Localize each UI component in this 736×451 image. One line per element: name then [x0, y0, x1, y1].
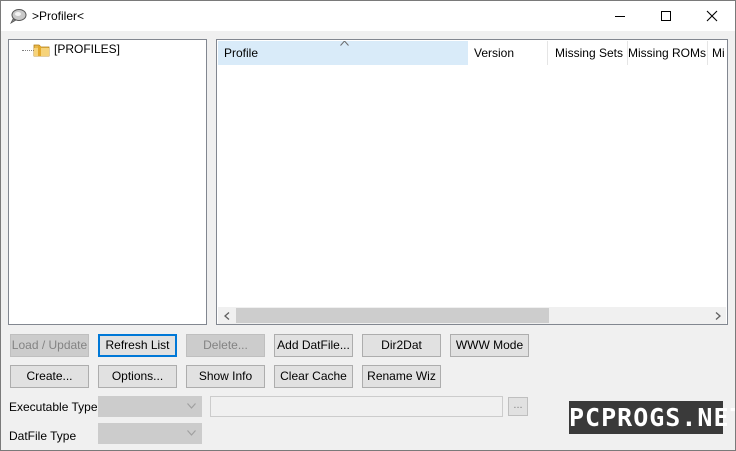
add-datfile-button[interactable]: Add DatFile... [274, 334, 353, 357]
rename-wiz-button[interactable]: Rename Wiz [362, 365, 441, 388]
column-header-version[interactable]: Version [468, 41, 548, 65]
executable-type-label: Executable Type [9, 400, 98, 414]
column-header-mi[interactable]: Mi [708, 41, 727, 65]
column-header-missing-roms[interactable]: Missing ROMs [628, 41, 708, 65]
column-header-version-label: Version [474, 46, 515, 60]
column-header-missing-roms-label: Missing ROMs [628, 46, 707, 60]
browse-button[interactable]: ... [508, 397, 528, 416]
minimize-icon [615, 16, 625, 17]
www-mode-button[interactable]: WWW Mode [450, 334, 529, 357]
title-bar: >Profiler< [1, 1, 735, 31]
app-icon [9, 8, 27, 25]
chevron-down-icon [187, 403, 196, 409]
chevron-left-icon [223, 311, 229, 320]
show-info-button[interactable]: Show Info [186, 365, 265, 388]
delete-button[interactable]: Delete... [186, 334, 265, 357]
column-header-missing-sets-label: Missing Sets [554, 46, 623, 60]
refresh-list-button[interactable]: Refresh List [98, 334, 177, 357]
minimize-button[interactable] [597, 1, 643, 31]
column-header-mi-label: Mi [712, 46, 725, 60]
profile-list[interactable]: Profile Version Missing Sets Missing ROM… [216, 39, 728, 325]
tree-root-profiles[interactable]: [PROFILES] [54, 42, 120, 56]
executable-type-select[interactable] [98, 396, 202, 417]
column-header-profile-label: Profile [224, 46, 259, 60]
create-button[interactable]: Create... [10, 365, 89, 388]
chevron-down-icon [187, 430, 196, 436]
sort-ascending-icon [340, 41, 349, 46]
chevron-right-icon [715, 311, 721, 320]
horizontal-scrollbar[interactable] [218, 307, 726, 324]
column-header-profile[interactable]: Profile [218, 41, 468, 65]
scroll-right-button[interactable] [709, 307, 726, 324]
column-header-missing-sets[interactable]: Missing Sets [548, 41, 628, 65]
close-button[interactable] [689, 1, 735, 31]
options-button[interactable]: Options... [98, 365, 177, 388]
close-icon [706, 10, 718, 22]
load-update-button[interactable]: Load / Update [10, 334, 89, 357]
datfile-type-select[interactable] [98, 423, 202, 444]
clear-cache-button[interactable]: Clear Cache [274, 365, 353, 388]
watermark-logo: PCPROGS.NET [569, 401, 736, 434]
datfile-type-label: DatFile Type [9, 429, 77, 443]
maximize-button[interactable] [643, 1, 689, 31]
profiler-window: >Profiler< [PROFILES] Profile Version Mi… [0, 0, 736, 451]
executable-path-input[interactable] [210, 396, 503, 417]
window-title: >Profiler< [32, 9, 85, 23]
maximize-icon [661, 11, 671, 21]
scrollbar-thumb[interactable] [236, 308, 549, 323]
folder-icon [33, 42, 51, 58]
dir2dat-button[interactable]: Dir2Dat [362, 334, 441, 357]
scroll-left-button[interactable] [218, 307, 235, 324]
profile-tree[interactable]: [PROFILES] [8, 39, 207, 325]
